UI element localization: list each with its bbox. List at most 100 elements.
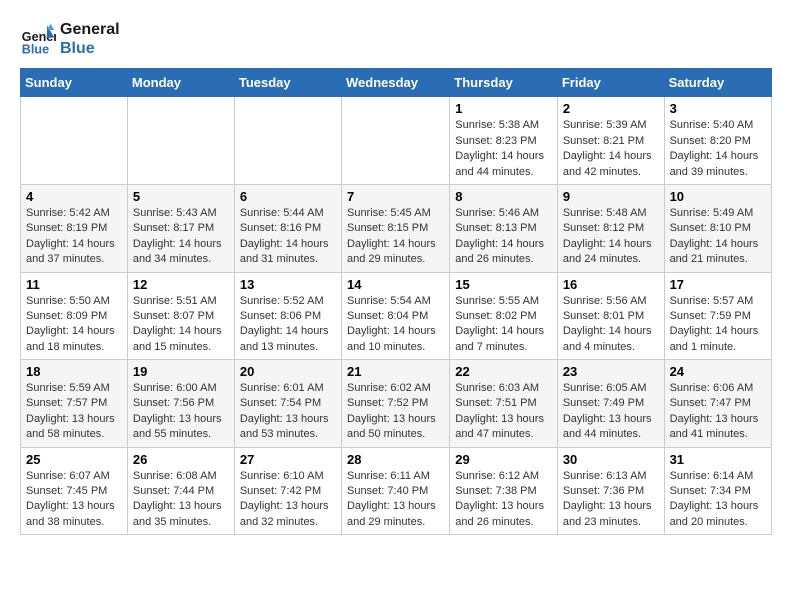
day-number: 15: [455, 277, 552, 292]
day-info: Sunrise: 5:45 AM Sunset: 8:15 PM Dayligh…: [347, 206, 444, 268]
calendar-cell: 20Sunrise: 6:01 AM Sunset: 7:54 PM Dayli…: [234, 360, 341, 448]
day-info: Sunrise: 5:46 AM Sunset: 8:13 PM Dayligh…: [455, 206, 552, 268]
day-number: 16: [563, 277, 659, 292]
day-info: Sunrise: 5:38 AM Sunset: 8:23 PM Dayligh…: [455, 118, 552, 180]
calendar-cell: 7 Sunrise: 5:45 AM Sunset: 8:15 PM Daylig…: [341, 184, 449, 272]
day-info: Sunrise: 5:57 AM Sunset: 7:59 PM Dayligh…: [670, 294, 766, 356]
day-info: Sunrise: 5:59 AM Sunset: 7:57 PM Dayligh…: [26, 381, 122, 443]
day-info: Sunrise: 5:44 AM Sunset: 8:16 PM Dayligh…: [240, 206, 336, 268]
calendar-cell: 2 Sunrise: 5:39 AM Sunset: 8:21 PM Daylig…: [557, 97, 664, 185]
day-number: 4: [26, 189, 122, 204]
day-info: Sunrise: 6:01 AM Sunset: 7:54 PM Dayligh…: [240, 381, 336, 443]
calendar-cell: 9 Sunrise: 5:48 AM Sunset: 8:12 PM Daylig…: [557, 184, 664, 272]
header: General Blue General Blue: [20, 20, 772, 58]
day-info: Sunrise: 5:48 AM Sunset: 8:12 PM Dayligh…: [563, 206, 659, 268]
calendar-cell: 14Sunrise: 5:54 AM Sunset: 8:04 PM Dayli…: [341, 272, 449, 360]
day-info: Sunrise: 6:14 AM Sunset: 7:34 PM Dayligh…: [670, 469, 766, 531]
day-number: 25: [26, 452, 122, 467]
week-row-5: 25 Sunrise: 6:07 AM Sunset: 7:45 PM Dayli…: [21, 447, 772, 535]
calendar-cell: 27 Sunrise: 6:10 AM Sunset: 7:42 PM Dayli…: [234, 447, 341, 535]
day-number: 1: [455, 101, 552, 116]
day-info: Sunrise: 5:54 AM Sunset: 8:04 PM Dayligh…: [347, 294, 444, 356]
day-number: 19: [133, 364, 229, 379]
day-number: 27: [240, 452, 336, 467]
week-row-4: 18 Sunrise: 5:59 AM Sunset: 7:57 PM Dayli…: [21, 360, 772, 448]
calendar-header-row: SundayMondayTuesdayWednesdayThursdayFrid…: [21, 69, 772, 97]
calendar-cell: 31 Sunrise: 6:14 AM Sunset: 7:34 PM Dayli…: [664, 447, 771, 535]
day-number: 13: [240, 277, 336, 292]
day-number: 21: [347, 364, 444, 379]
day-info: Sunrise: 6:00 AM Sunset: 7:56 PM Dayligh…: [133, 381, 229, 443]
calendar-cell: 17 Sunrise: 5:57 AM Sunset: 7:59 PM Dayli…: [664, 272, 771, 360]
calendar-cell: 3 Sunrise: 5:40 AM Sunset: 8:20 PM Daylig…: [664, 97, 771, 185]
day-info: Sunrise: 6:12 AM Sunset: 7:38 PM Dayligh…: [455, 469, 552, 531]
day-info: Sunrise: 5:40 AM Sunset: 8:20 PM Dayligh…: [670, 118, 766, 180]
day-number: 22: [455, 364, 552, 379]
day-header-monday: Monday: [127, 69, 234, 97]
day-number: 7: [347, 189, 444, 204]
day-number: 3: [670, 101, 766, 116]
day-number: 9: [563, 189, 659, 204]
day-number: 11: [26, 277, 122, 292]
calendar-table: SundayMondayTuesdayWednesdayThursdayFrid…: [20, 68, 772, 535]
calendar-cell: 11 Sunrise: 5:50 AM Sunset: 8:09 PM Dayli…: [21, 272, 128, 360]
day-number: 12: [133, 277, 229, 292]
calendar-cell: 6 Sunrise: 5:44 AM Sunset: 8:16 PM Daylig…: [234, 184, 341, 272]
week-row-2: 4 Sunrise: 5:42 AM Sunset: 8:19 PM Daylig…: [21, 184, 772, 272]
day-number: 28: [347, 452, 444, 467]
calendar-cell: 10Sunrise: 5:49 AM Sunset: 8:10 PM Dayli…: [664, 184, 771, 272]
day-info: Sunrise: 6:05 AM Sunset: 7:49 PM Dayligh…: [563, 381, 659, 443]
day-number: 29: [455, 452, 552, 467]
day-number: 10: [670, 189, 766, 204]
calendar-cell: [341, 97, 449, 185]
day-info: Sunrise: 5:39 AM Sunset: 8:21 PM Dayligh…: [563, 118, 659, 180]
day-info: Sunrise: 6:06 AM Sunset: 7:47 PM Dayligh…: [670, 381, 766, 443]
day-info: Sunrise: 6:11 AM Sunset: 7:40 PM Dayligh…: [347, 469, 444, 531]
day-info: Sunrise: 5:50 AM Sunset: 8:09 PM Dayligh…: [26, 294, 122, 356]
day-info: Sunrise: 6:07 AM Sunset: 7:45 PM Dayligh…: [26, 469, 122, 531]
calendar-cell: 23 Sunrise: 6:05 AM Sunset: 7:49 PM Dayli…: [557, 360, 664, 448]
day-info: Sunrise: 5:51 AM Sunset: 8:07 PM Dayligh…: [133, 294, 229, 356]
calendar-cell: 21 Sunrise: 6:02 AM Sunset: 7:52 PM Dayli…: [341, 360, 449, 448]
day-number: 6: [240, 189, 336, 204]
day-header-thursday: Thursday: [450, 69, 558, 97]
day-info: Sunrise: 6:08 AM Sunset: 7:44 PM Dayligh…: [133, 469, 229, 531]
week-row-3: 11 Sunrise: 5:50 AM Sunset: 8:09 PM Dayli…: [21, 272, 772, 360]
calendar-cell: 25 Sunrise: 6:07 AM Sunset: 7:45 PM Dayli…: [21, 447, 128, 535]
day-info: Sunrise: 6:10 AM Sunset: 7:42 PM Dayligh…: [240, 469, 336, 531]
calendar-cell: 12 Sunrise: 5:51 AM Sunset: 8:07 PM Dayli…: [127, 272, 234, 360]
calendar-cell: 24 Sunrise: 6:06 AM Sunset: 7:47 PM Dayli…: [664, 360, 771, 448]
day-number: 26: [133, 452, 229, 467]
day-header-tuesday: Tuesday: [234, 69, 341, 97]
calendar-cell: 26 Sunrise: 6:08 AM Sunset: 7:44 PM Dayli…: [127, 447, 234, 535]
calendar-cell: 13 Sunrise: 5:52 AM Sunset: 8:06 PM Dayli…: [234, 272, 341, 360]
day-header-saturday: Saturday: [664, 69, 771, 97]
day-number: 8: [455, 189, 552, 204]
day-number: 5: [133, 189, 229, 204]
calendar-cell: 16 Sunrise: 5:56 AM Sunset: 8:01 PM Dayli…: [557, 272, 664, 360]
calendar-cell: [127, 97, 234, 185]
calendar-cell: 1 Sunrise: 5:38 AM Sunset: 8:23 PM Daylig…: [450, 97, 558, 185]
day-number: 31: [670, 452, 766, 467]
calendar-cell: 28 Sunrise: 6:11 AM Sunset: 7:40 PM Dayli…: [341, 447, 449, 535]
day-number: 18: [26, 364, 122, 379]
day-number: 24: [670, 364, 766, 379]
week-row-1: 1 Sunrise: 5:38 AM Sunset: 8:23 PM Daylig…: [21, 97, 772, 185]
calendar-cell: [234, 97, 341, 185]
day-info: Sunrise: 6:03 AM Sunset: 7:51 PM Dayligh…: [455, 381, 552, 443]
day-number: 17: [670, 277, 766, 292]
day-info: Sunrise: 5:42 AM Sunset: 8:19 PM Dayligh…: [26, 206, 122, 268]
day-number: 2: [563, 101, 659, 116]
calendar-cell: 30Sunrise: 6:13 AM Sunset: 7:36 PM Dayli…: [557, 447, 664, 535]
calendar-cell: 4 Sunrise: 5:42 AM Sunset: 8:19 PM Daylig…: [21, 184, 128, 272]
calendar-cell: [21, 97, 128, 185]
svg-text:Blue: Blue: [22, 43, 49, 57]
day-info: Sunrise: 6:02 AM Sunset: 7:52 PM Dayligh…: [347, 381, 444, 443]
day-number: 30: [563, 452, 659, 467]
calendar-cell: 18 Sunrise: 5:59 AM Sunset: 7:57 PM Dayli…: [21, 360, 128, 448]
day-info: Sunrise: 5:43 AM Sunset: 8:17 PM Dayligh…: [133, 206, 229, 268]
day-number: 23: [563, 364, 659, 379]
day-info: Sunrise: 5:55 AM Sunset: 8:02 PM Dayligh…: [455, 294, 552, 356]
day-info: Sunrise: 5:52 AM Sunset: 8:06 PM Dayligh…: [240, 294, 336, 356]
day-info: Sunrise: 5:56 AM Sunset: 8:01 PM Dayligh…: [563, 294, 659, 356]
